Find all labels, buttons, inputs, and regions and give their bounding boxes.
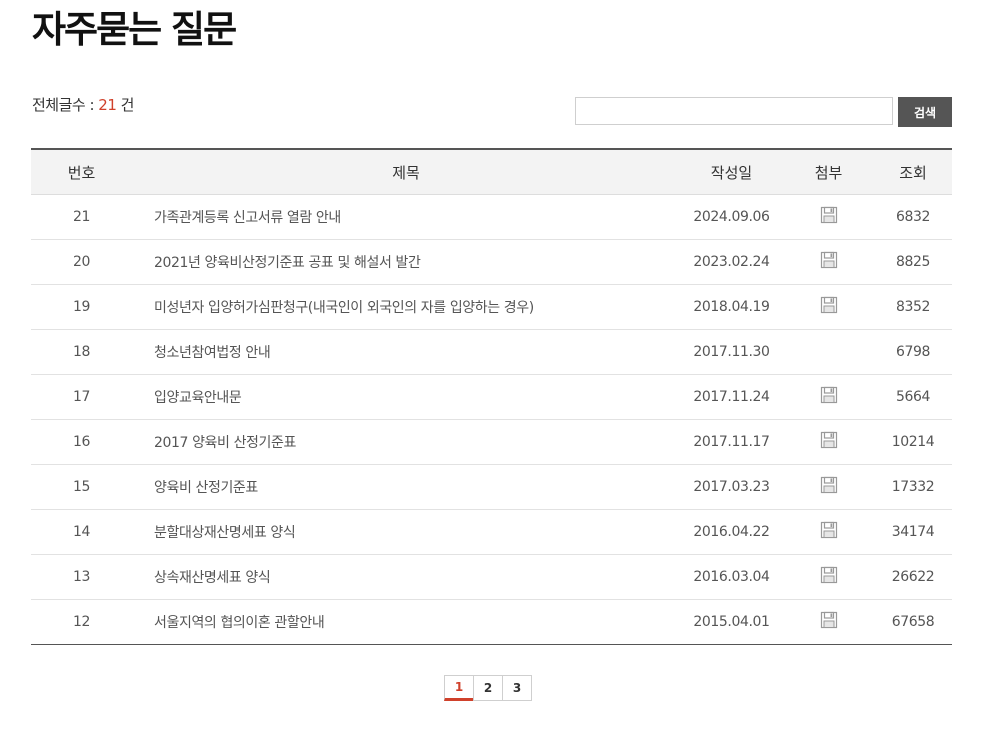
- post-count-number: 21: [98, 96, 117, 114]
- row-attachment: [783, 554, 874, 600]
- row-date: 2016.04.22: [680, 509, 783, 555]
- page-button-1[interactable]: 1: [444, 675, 474, 701]
- file-attachment-icon[interactable]: [820, 296, 838, 314]
- row-attachment: [783, 374, 874, 420]
- post-count-unit: 건: [116, 96, 135, 114]
- table-row: 13 상속재산명세표 양식 2016.03.04 26622: [31, 554, 952, 600]
- search-button[interactable]: 검색: [898, 97, 952, 127]
- row-number: 20: [31, 239, 132, 285]
- row-views: 6798: [874, 329, 952, 375]
- row-title-link[interactable]: 양육비 산정기준표: [132, 464, 680, 510]
- row-views: 8352: [874, 284, 952, 330]
- table-row: 20 2021년 양육비산정기준표 공표 및 해설서 발간 2023.02.24 88…: [31, 239, 952, 285]
- row-views: 10214: [874, 419, 952, 465]
- header-attachment: 첨부: [783, 149, 874, 195]
- row-views: 8825: [874, 239, 952, 285]
- header-date: 작성일: [680, 149, 783, 195]
- file-attachment-icon[interactable]: [820, 206, 838, 224]
- post-count-label: 전체글수 :: [32, 96, 99, 114]
- page-button-2[interactable]: 2: [473, 675, 503, 701]
- file-attachment-icon[interactable]: [820, 476, 838, 494]
- row-views: 34174: [874, 509, 952, 555]
- header-views: 조회: [874, 149, 952, 195]
- page-title: 자주묻는 질문: [32, 8, 237, 51]
- file-attachment-icon[interactable]: [820, 251, 838, 269]
- row-date: 2017.11.24: [680, 374, 783, 420]
- row-attachment: [783, 239, 874, 285]
- row-number: 12: [31, 599, 132, 645]
- row-number: 18: [31, 329, 132, 375]
- table-row: 17 입양교육안내문 2017.11.24 5664: [31, 374, 952, 420]
- row-number: 19: [31, 284, 132, 330]
- row-views: 6832: [874, 194, 952, 240]
- table-row: 19 미성년자 입양허가심판청구(내국인이 외국인의 자를 입양하는 경우) 201…: [31, 284, 952, 330]
- row-title-link[interactable]: 분할대상재산명세표 양식: [132, 509, 680, 555]
- table-row: 21 가족관계등록 신고서류 열람 안내 2024.09.06 6832: [31, 194, 952, 240]
- table-header-row: 번호 제목 작성일 첨부 조회: [31, 149, 952, 195]
- row-number: 17: [31, 374, 132, 420]
- row-views: 67658: [874, 599, 952, 645]
- row-title-link[interactable]: 상속재산명세표 양식: [132, 554, 680, 600]
- row-views: 5664: [874, 374, 952, 420]
- row-views: 26622: [874, 554, 952, 600]
- row-attachment: [783, 194, 874, 240]
- file-attachment-icon[interactable]: [820, 431, 838, 449]
- table-row: 15 양육비 산정기준표 2017.03.23 17332: [31, 464, 952, 510]
- row-attachment: [783, 419, 874, 465]
- table-body: 21 가족관계등록 신고서류 열람 안내 2024.09.06 6832 20 2021년…: [31, 194, 952, 645]
- row-title-link[interactable]: 미성년자 입양허가심판청구(내국인이 외국인의 자를 입양하는 경우): [132, 284, 680, 330]
- table-row: 12 서울지역의 협의이혼 관할안내 2015.04.01 67658: [31, 599, 952, 645]
- header-no: 번호: [31, 149, 132, 195]
- row-date: 2023.02.24: [680, 239, 783, 285]
- row-attachment: [783, 464, 874, 510]
- row-date: 2017.11.17: [680, 419, 783, 465]
- post-count: 전체글수 : 21 건: [32, 94, 134, 115]
- row-title-link[interactable]: 청소년참여법정 안내: [132, 329, 680, 375]
- row-number: 16: [31, 419, 132, 465]
- row-views: 17332: [874, 464, 952, 510]
- faq-table: 번호 제목 작성일 첨부 조회 21 가족관계등록 신고서류 열람 안내 2024.…: [31, 148, 952, 645]
- row-title-link[interactable]: 입양교육안내문: [132, 374, 680, 420]
- file-attachment-icon[interactable]: [820, 386, 838, 404]
- row-date: 2016.03.04: [680, 554, 783, 600]
- file-attachment-icon[interactable]: [820, 521, 838, 539]
- row-title-link[interactable]: 서울지역의 협의이혼 관할안내: [132, 599, 680, 645]
- row-attachment: [783, 329, 874, 375]
- pagination: 123: [444, 675, 532, 701]
- row-date: 2017.03.23: [680, 464, 783, 510]
- page-button-3[interactable]: 3: [502, 675, 532, 701]
- row-title-link[interactable]: 2021년 양육비산정기준표 공표 및 해설서 발간: [132, 239, 680, 285]
- table-row: 18 청소년참여법정 안내 2017.11.30 6798: [31, 329, 952, 375]
- row-date: 2024.09.06: [680, 194, 783, 240]
- file-attachment-icon[interactable]: [820, 611, 838, 629]
- row-number: 21: [31, 194, 132, 240]
- row-date: 2015.04.01: [680, 599, 783, 645]
- row-attachment: [783, 284, 874, 330]
- row-title-link[interactable]: 2017 양육비 산정기준표: [132, 419, 680, 465]
- row-date: 2017.11.30: [680, 329, 783, 375]
- row-date: 2018.04.19: [680, 284, 783, 330]
- row-attachment: [783, 599, 874, 645]
- header-title: 제목: [132, 149, 680, 195]
- table-row: 16 2017 양육비 산정기준표 2017.11.17 10214: [31, 419, 952, 465]
- row-number: 13: [31, 554, 132, 600]
- row-title-link[interactable]: 가족관계등록 신고서류 열람 안내: [132, 194, 680, 240]
- table-row: 14 분할대상재산명세표 양식 2016.04.22 34174: [31, 509, 952, 555]
- row-number: 14: [31, 509, 132, 555]
- row-attachment: [783, 509, 874, 555]
- search-input[interactable]: [575, 97, 893, 125]
- file-attachment-icon[interactable]: [820, 566, 838, 584]
- row-number: 15: [31, 464, 132, 510]
